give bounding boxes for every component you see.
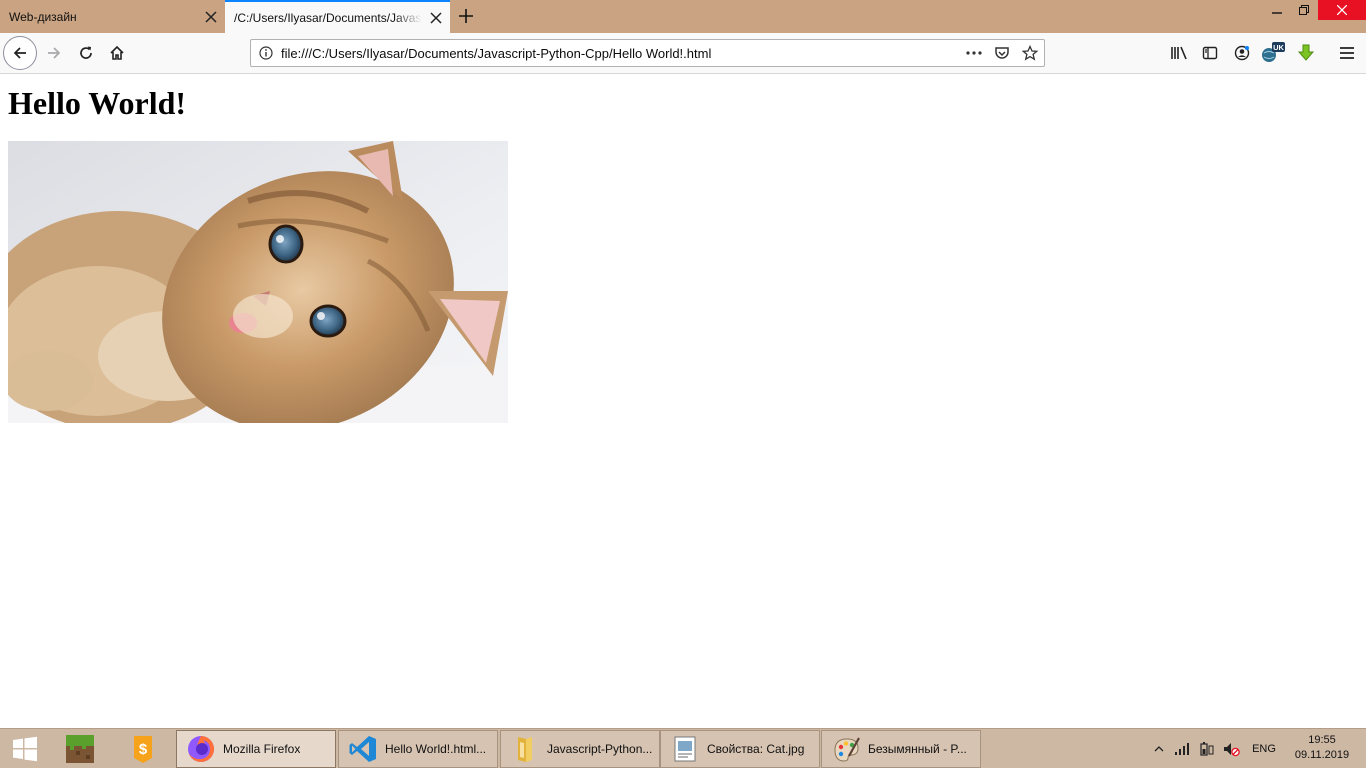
clock-date: 09.11.2019 — [1294, 749, 1350, 761]
cat-photo — [8, 141, 508, 423]
url-bar[interactable]: file:///C:/Users/Ilyasar/Documents/Javas… — [250, 39, 1045, 67]
battery-icon[interactable] — [1196, 729, 1218, 769]
home-icon[interactable] — [101, 37, 133, 69]
svg-text:$: $ — [139, 741, 148, 758]
site-info-icon[interactable] — [251, 46, 281, 60]
taskbar-window-folder[interactable]: Javascript-Python... — [500, 730, 660, 768]
tab-web-design[interactable]: Web-дизайн — [0, 0, 225, 33]
tray-chevron-icon[interactable] — [1150, 729, 1168, 769]
firefox-icon — [185, 733, 217, 765]
taskbar: $ Mozilla Firefox Hello World!.html... J… — [0, 728, 1366, 768]
paint-icon — [830, 733, 862, 765]
navigation-toolbar: file:///C:/Users/Ilyasar/Documents/Javas… — [0, 33, 1366, 74]
pocket-icon[interactable] — [988, 40, 1016, 66]
system-clock[interactable]: 19:55 09.11.2019 — [1286, 733, 1358, 763]
restore-icon[interactable] — [1290, 0, 1318, 20]
forward-icon[interactable] — [38, 37, 70, 69]
page-actions-icon[interactable] — [960, 40, 988, 66]
taskbar-window-label: Безымянный - P... — [868, 742, 967, 756]
minimize-icon[interactable] — [1262, 0, 1292, 20]
bookmark-star-icon[interactable] — [1016, 40, 1044, 66]
library-icon[interactable] — [1163, 37, 1195, 69]
new-tab-icon[interactable] — [452, 2, 480, 30]
back-icon[interactable] — [3, 36, 37, 70]
page-content: Hello World! — [0, 74, 1366, 728]
vscode-icon — [347, 733, 379, 765]
tab-close-icon[interactable] — [197, 3, 225, 31]
minecraft-icon[interactable] — [50, 729, 110, 769]
url-text[interactable]: file:///C:/Users/Ilyasar/Documents/Javas… — [281, 46, 960, 61]
taskbar-window-label: Mozilla Firefox — [223, 742, 301, 756]
reload-icon[interactable] — [70, 37, 102, 69]
taskbar-window-properties[interactable]: Свойства: Cat.jpg — [660, 730, 820, 768]
taskbar-window-paint[interactable]: Безымянный - P... — [821, 730, 981, 768]
extension-badge: UK — [1273, 43, 1284, 52]
sidebar-icon[interactable] — [1194, 37, 1226, 69]
translate-extension-icon[interactable]: UK — [1257, 37, 1289, 69]
volume-muted-icon[interactable] — [1220, 729, 1242, 769]
window-close-icon[interactable] — [1318, 0, 1366, 20]
input-language[interactable]: ENG — [1246, 729, 1282, 769]
folder-icon — [509, 733, 541, 765]
account-icon[interactable] — [1226, 37, 1258, 69]
network-icon[interactable] — [1172, 729, 1192, 769]
download-helper-icon[interactable] — [1290, 37, 1322, 69]
tab-hello-world[interactable]: /C:/Users/Ilyasar/Documents/Javascript-P… — [225, 0, 450, 33]
tab-title: Web-дизайн — [9, 9, 77, 24]
menu-icon[interactable] — [1331, 37, 1363, 69]
windows-start-icon[interactable] — [0, 729, 50, 769]
taskbar-window-vscode[interactable]: Hello World!.html... — [338, 730, 498, 768]
taskbar-window-label: Свойства: Cat.jpg — [707, 742, 805, 756]
properties-icon — [669, 733, 701, 765]
page-heading: Hello World! — [8, 85, 187, 121]
tab-title: /C:/Users/Ilyasar/Documents/Javascript-P… — [234, 10, 422, 25]
taskbar-window-label: Hello World!.html... — [385, 742, 487, 756]
app-badge-icon[interactable]: $ — [113, 729, 173, 769]
taskbar-window-label: Javascript-Python... — [547, 742, 653, 756]
clock-time: 19:55 — [1308, 734, 1336, 746]
tab-close-icon[interactable] — [422, 4, 450, 32]
tab-strip: Web-дизайн /C:/Users/Ilyasar/Documents/J… — [0, 0, 1366, 33]
taskbar-window-firefox[interactable]: Mozilla Firefox — [176, 730, 336, 768]
